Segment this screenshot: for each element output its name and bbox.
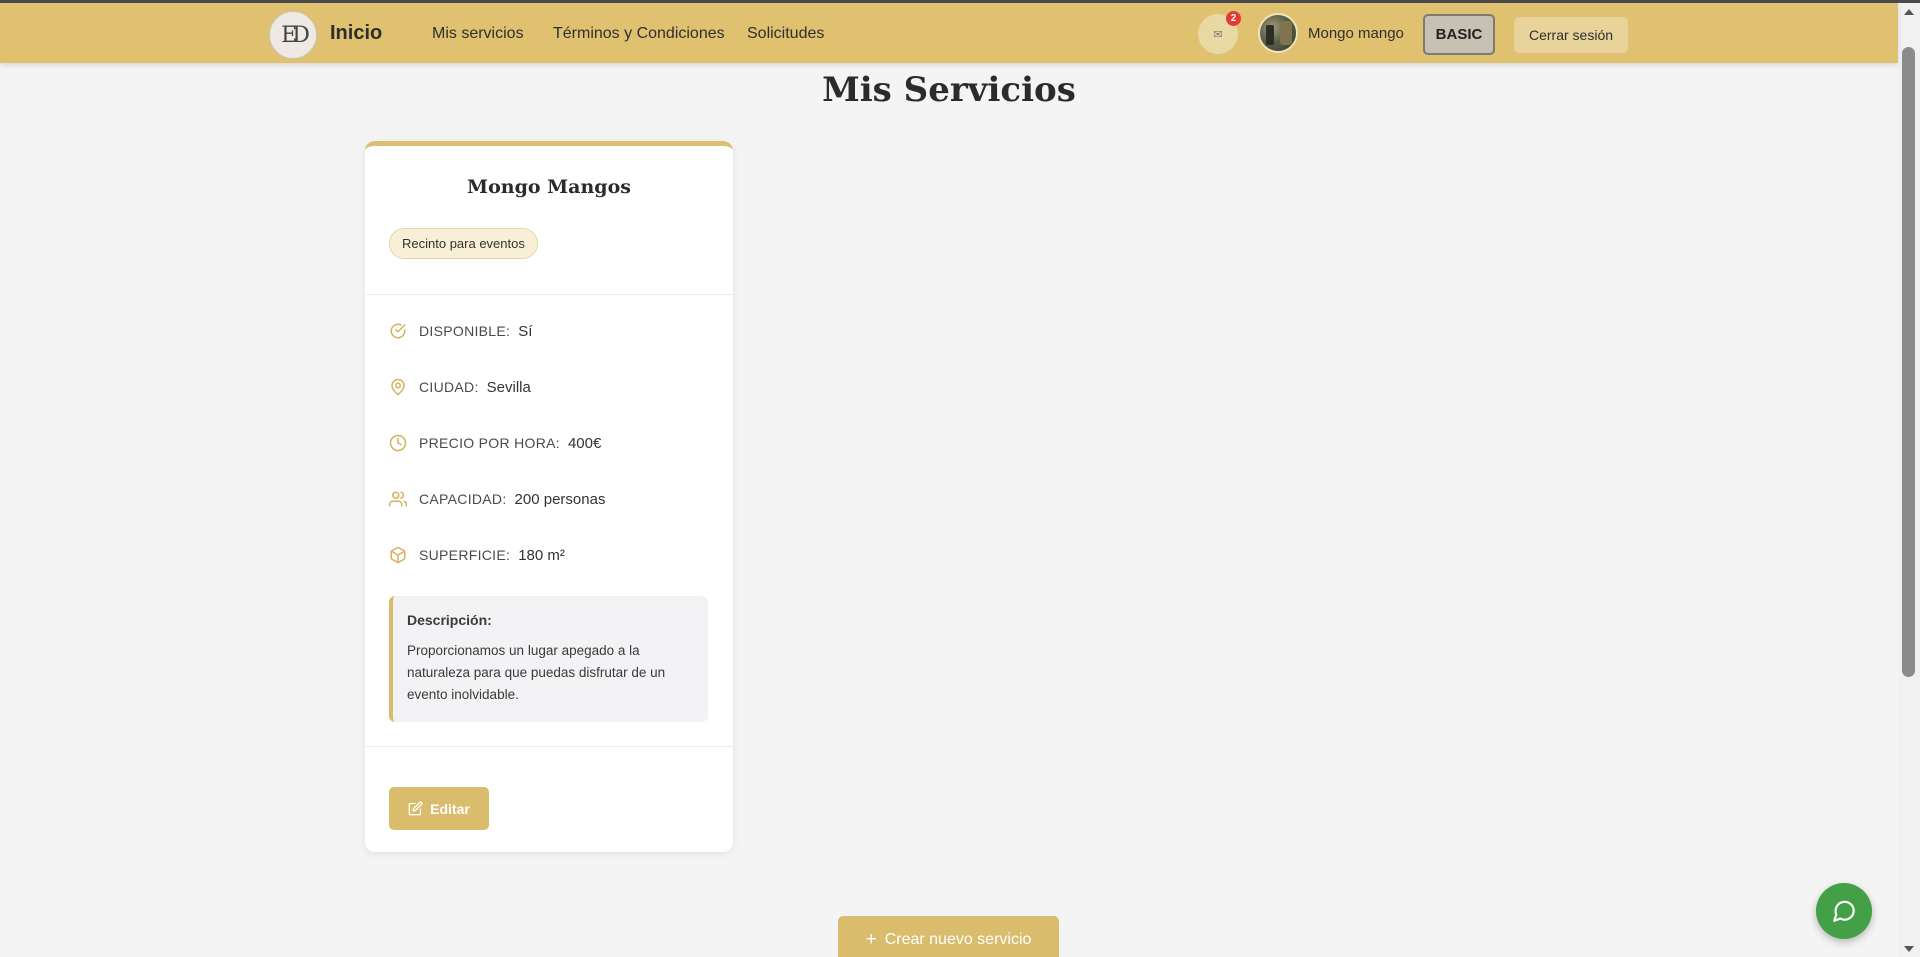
description-text: Proporcionamos un lugar apegado a la nat… [407, 643, 666, 702]
window-top-border [0, 0, 1920, 3]
card-divider [365, 746, 733, 747]
scroll-down-arrow-icon[interactable] [1904, 946, 1914, 952]
edit-icon [408, 801, 423, 816]
scrollbar-thumb[interactable] [1902, 47, 1915, 677]
field-label: CIUDAD: [419, 379, 479, 395]
field-value: 400€ [567, 434, 602, 452]
page-title: Mis Servicios [822, 70, 1076, 110]
field-precio: PRECIO POR HORA: 400€ [389, 431, 601, 455]
field-value: Sevilla [486, 378, 531, 396]
field-label: CAPACIDAD: [419, 491, 507, 507]
logout-button[interactable]: Cerrar sesión [1514, 17, 1628, 53]
clock-icon [389, 434, 407, 452]
field-value: 180 m² [518, 546, 565, 564]
field-label: SUPERFICIE: [419, 547, 511, 563]
vertical-scrollbar[interactable] [1898, 3, 1920, 957]
nav-mis-servicios[interactable]: Mis servicios [432, 25, 524, 43]
service-name: Mongo Mangos [467, 176, 631, 198]
top-navbar: ED Inicio Mis servicios Términos y Condi… [0, 3, 1898, 63]
envelope-icon: ✉ [1213, 28, 1223, 41]
field-superficie: SUPERFICIE: 180 m² [389, 543, 565, 567]
map-pin-icon [391, 378, 405, 396]
chat-button[interactable] [1816, 883, 1872, 939]
field-label: PRECIO POR HORA: [419, 435, 560, 451]
nav-terminos[interactable]: Términos y Condiciones [553, 25, 725, 43]
chat-icon [1833, 900, 1855, 922]
avatar[interactable] [1258, 13, 1298, 53]
check-circle-icon [390, 323, 406, 339]
plan-badge[interactable]: BASIC [1423, 14, 1495, 55]
field-ciudad: CIUDAD: Sevilla [389, 375, 531, 399]
users-icon [389, 491, 407, 507]
description-box: Descripción: Proporcionamos un lugar ape… [389, 596, 708, 722]
username[interactable]: Mongo mango [1308, 25, 1404, 42]
nav-solicitudes[interactable]: Solicitudes [747, 25, 824, 43]
description-label: Descripción: [407, 612, 492, 628]
field-value: 200 personas [514, 490, 606, 508]
field-value: Sí [518, 322, 533, 340]
service-card: Mongo Mangos Recinto para eventos DISPON… [365, 141, 733, 852]
messages-badge: 2 [1226, 11, 1241, 26]
plus-icon: + [865, 928, 877, 950]
card-divider [365, 294, 733, 295]
scroll-up-arrow-icon[interactable] [1904, 9, 1914, 15]
field-capacidad: CAPACIDAD: 200 personas [389, 487, 605, 511]
create-label: Crear nuevo servicio [884, 930, 1032, 948]
nav-home-link[interactable]: Inicio [330, 22, 382, 45]
category-chip: Recinto para eventos [389, 228, 538, 259]
field-disponible: DISPONIBLE: Sí [389, 319, 532, 343]
logo[interactable]: ED [269, 11, 317, 59]
edit-label: Editar [430, 800, 470, 817]
edit-button[interactable]: Editar [389, 787, 489, 830]
box-icon [390, 546, 406, 564]
field-label: DISPONIBLE: [419, 323, 511, 339]
create-service-button[interactable]: + Crear nuevo servicio [838, 916, 1059, 957]
